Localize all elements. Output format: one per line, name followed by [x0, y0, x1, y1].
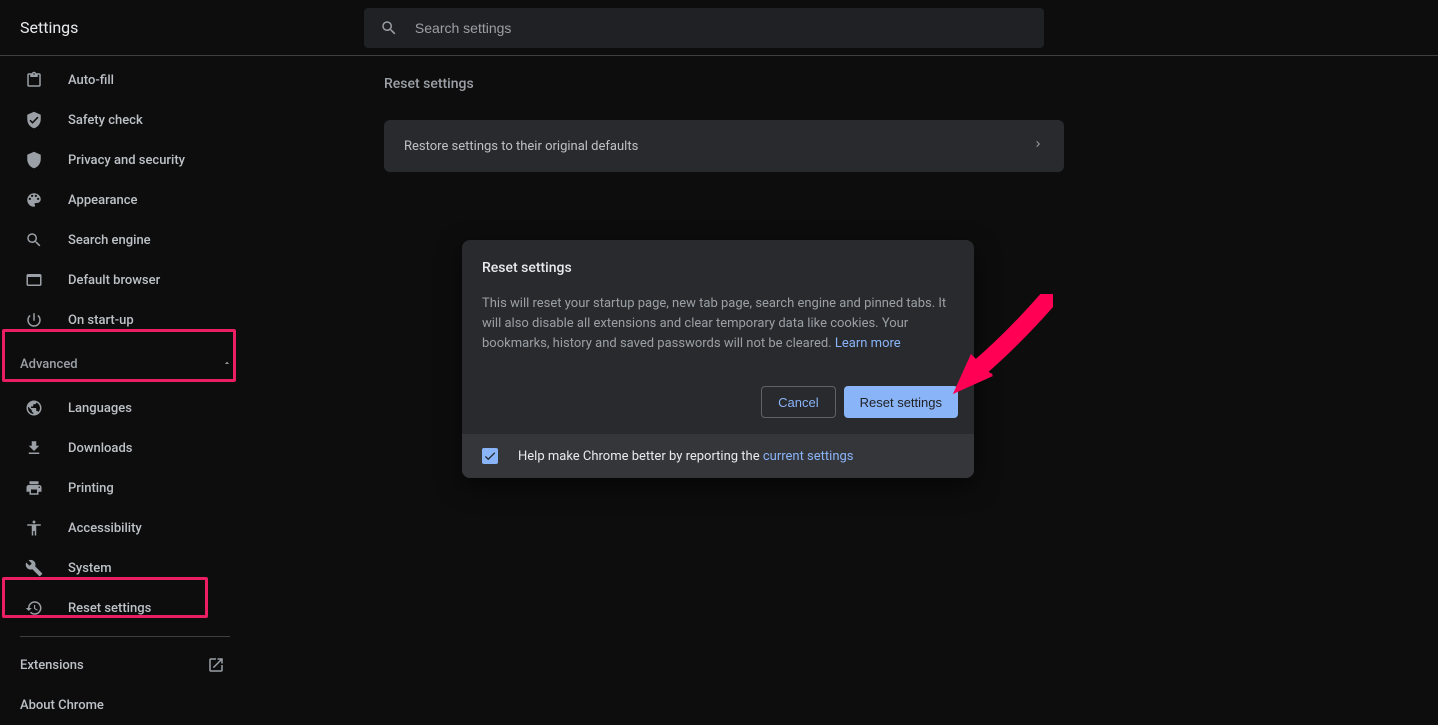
footer-text: Help make Chrome better by reporting the [518, 449, 763, 464]
dialog-footer: Help make Chrome better by reporting the… [462, 434, 974, 478]
chevron-up-icon [222, 357, 232, 372]
sidebar-item-reset[interactable]: Reset settings [0, 588, 256, 628]
sidebar-item-label: Auto-fill [68, 73, 114, 88]
report-checkbox[interactable] [482, 448, 498, 464]
search-icon [380, 18, 399, 38]
sidebar-item-accessibility[interactable]: Accessibility [0, 508, 256, 548]
sidebar-item-label: Privacy and security [68, 153, 185, 168]
sidebar-advanced-toggle[interactable]: Advanced [0, 340, 256, 388]
clipboard-icon [24, 70, 44, 90]
sidebar-footer: Extensions About Chrome [20, 636, 230, 725]
sidebar-item-search-engine[interactable]: Search engine [0, 220, 256, 260]
search-container[interactable] [364, 8, 1044, 48]
sidebar-item-label: Printing [68, 481, 114, 496]
sidebar-item-languages[interactable]: Languages [0, 388, 256, 428]
sidebar-item-label: System [68, 561, 112, 576]
sidebar-item-appearance[interactable]: Appearance [0, 180, 256, 220]
accessibility-icon [24, 518, 44, 538]
printer-icon [24, 478, 44, 498]
palette-icon [24, 190, 44, 210]
sidebar-item-label: Safety check [68, 113, 143, 128]
sidebar-item-startup[interactable]: On start-up [0, 300, 256, 340]
sidebar: Auto-fill Safety check Privacy and secur… [0, 56, 256, 717]
dialog-title: Reset settings [482, 260, 954, 276]
page-title: Settings [20, 18, 364, 37]
sidebar-item-safety-check[interactable]: Safety check [0, 100, 256, 140]
sidebar-item-label: Default browser [68, 273, 160, 288]
sidebar-item-default-browser[interactable]: Default browser [0, 260, 256, 300]
sidebar-item-label: Accessibility [68, 521, 142, 536]
wrench-icon [24, 558, 44, 578]
restore-defaults-row[interactable]: Restore settings to their original defau… [384, 120, 1064, 172]
search-icon [24, 230, 44, 250]
footer-label: About Chrome [20, 698, 104, 713]
reset-settings-dialog: Reset settings This will reset your star… [462, 240, 974, 478]
sidebar-item-privacy[interactable]: Privacy and security [0, 140, 256, 180]
shield-icon [24, 150, 44, 170]
dialog-description: This will reset your startup page, new t… [482, 294, 954, 354]
dialog-actions: Cancel Reset settings [462, 370, 974, 434]
sidebar-item-label: Downloads [68, 441, 132, 456]
search-input[interactable] [415, 20, 1028, 36]
restore-icon [24, 598, 44, 618]
dialog-body: Reset settings This will reset your star… [462, 240, 974, 370]
sidebar-item-printing[interactable]: Printing [0, 468, 256, 508]
chevron-right-icon [1032, 138, 1044, 154]
sidebar-item-system[interactable]: System [0, 548, 256, 588]
footer-label: Extensions [20, 658, 84, 673]
header: Settings [0, 0, 1438, 56]
section-title: Reset settings [384, 76, 1438, 92]
sidebar-item-extensions[interactable]: Extensions [20, 645, 230, 685]
power-icon [24, 310, 44, 330]
row-label: Restore settings to their original defau… [404, 139, 638, 154]
advanced-label: Advanced [20, 357, 78, 372]
reset-settings-button[interactable]: Reset settings [844, 386, 958, 418]
footer-text-wrap: Help make Chrome better by reporting the… [518, 449, 854, 464]
sidebar-item-label: Languages [68, 401, 132, 416]
shield-check-icon [24, 110, 44, 130]
sidebar-item-label: On start-up [68, 313, 134, 328]
open-external-icon [206, 655, 226, 675]
window-icon [24, 270, 44, 290]
globe-icon [24, 398, 44, 418]
download-icon [24, 438, 44, 458]
sidebar-item-label: Appearance [68, 193, 137, 208]
sidebar-item-about[interactable]: About Chrome [20, 685, 230, 725]
learn-more-link[interactable]: Learn more [835, 336, 901, 351]
sidebar-item-label: Reset settings [68, 601, 151, 616]
cancel-button[interactable]: Cancel [761, 386, 835, 418]
sidebar-item-downloads[interactable]: Downloads [0, 428, 256, 468]
current-settings-link[interactable]: current settings [763, 449, 854, 464]
sidebar-item-label: Search engine [68, 233, 151, 248]
sidebar-item-autofill[interactable]: Auto-fill [0, 60, 256, 100]
